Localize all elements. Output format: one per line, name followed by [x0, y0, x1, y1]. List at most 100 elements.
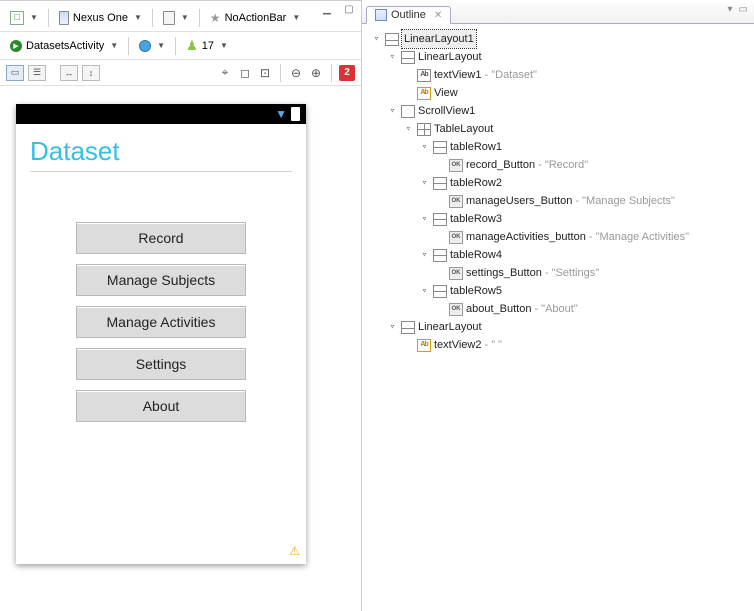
zoom-out-icon[interactable]: ⊖	[288, 65, 304, 81]
app-screen: Dataset Record Manage Subjects Manage Ac…	[16, 124, 306, 564]
view-mode-outline[interactable]: ☰	[28, 65, 46, 81]
tree-node[interactable]: · OK record_Button - "Record"	[366, 156, 750, 174]
tree-node[interactable]: · Ab textView2 - " "	[366, 336, 750, 354]
textview-icon: Ab	[417, 69, 431, 82]
node-label: tableRow3	[450, 210, 502, 228]
design-canvas[interactable]: ▼ Dataset Record Manage Subjects Manage …	[0, 86, 361, 582]
tree-node[interactable]: ▿ LinearLayout	[366, 48, 750, 66]
node-extra: - " "	[485, 336, 503, 354]
manage-activities-button[interactable]: Manage Activities	[76, 306, 246, 338]
star-icon: ★	[210, 11, 221, 25]
tablerow-icon	[433, 249, 447, 262]
menu-icon[interactable]: ▭	[739, 4, 748, 15]
node-label: textView2	[434, 336, 482, 354]
tablerow-icon	[433, 285, 447, 298]
tree-node[interactable]: · Ab textView1 - "Dataset"	[366, 66, 750, 84]
error-badge[interactable]: 2	[339, 65, 355, 81]
node-label: tableRow2	[450, 174, 502, 192]
locale-dropdown[interactable]: ▼	[135, 38, 169, 54]
tab-label: Outline	[391, 9, 426, 21]
node-extra: - "Settings"	[545, 264, 599, 282]
separator	[331, 64, 332, 82]
tree-node[interactable]: ▿ tableRow4	[366, 246, 750, 264]
tree-node[interactable]: · OK about_Button - "About"	[366, 300, 750, 318]
view-mode-v[interactable]: ↕	[82, 65, 100, 81]
theme-dropdown[interactable]: ★ NoActionBar ▼	[206, 9, 304, 27]
separator	[199, 9, 200, 27]
zoom-100-icon[interactable]: ⊡	[257, 65, 273, 81]
button-column: Record Manage Subjects Manage Activities…	[30, 222, 292, 422]
view-mode-normal[interactable]: ▭	[6, 65, 24, 81]
chevron-down-icon: ▼	[220, 41, 228, 50]
pane-window-controls: ▁ ▢	[319, 2, 357, 16]
orientation-dropdown[interactable]: ▼	[159, 9, 193, 27]
run-icon: ▶	[10, 40, 22, 52]
node-label: manageUsers_Button	[466, 192, 572, 210]
about-button[interactable]: About	[76, 390, 246, 422]
outline-icon	[375, 9, 387, 21]
tree-node[interactable]: ▿ tableRow5	[366, 282, 750, 300]
tablerow-icon	[433, 213, 447, 226]
tree-node[interactable]: ▿ tableRow2	[366, 174, 750, 192]
node-label: LinearLayout	[418, 48, 482, 66]
tree-node[interactable]: ▿ tableRow1	[366, 138, 750, 156]
separator	[175, 37, 176, 55]
wifi-icon: ▼	[275, 107, 287, 121]
manage-subjects-button[interactable]: Manage Subjects	[76, 264, 246, 296]
chevron-down-icon: ▼	[30, 13, 38, 22]
api-label: 17	[202, 40, 214, 52]
tree-node[interactable]: · OK manageActivities_button - "Manage A…	[366, 228, 750, 246]
api-dropdown[interactable]: ♟ 17 ▼	[182, 37, 232, 54]
view-mode-h[interactable]: ↔	[60, 65, 78, 81]
chevron-down-icon: ▼	[110, 41, 118, 50]
node-label: View	[434, 84, 458, 102]
zoom-fit-icon[interactable]: ◻	[237, 65, 253, 81]
editor-toolbar-1: □ ▼ Nexus One ▼ ▼ ★ NoActionBar ▼	[0, 4, 361, 32]
record-button[interactable]: Record	[76, 222, 246, 254]
activity-dropdown[interactable]: ▶ DatasetsActivity ▼	[6, 38, 122, 54]
orientation-icon	[163, 11, 175, 25]
tree-node[interactable]: · OK manageUsers_Button - "Manage Subjec…	[366, 192, 750, 210]
node-label: settings_Button	[466, 264, 542, 282]
theme-label: NoActionBar	[225, 12, 287, 24]
tree-node[interactable]: ▿ tableRow3	[366, 210, 750, 228]
tree-node[interactable]: · OK settings_Button - "Settings"	[366, 264, 750, 282]
button-icon: OK	[449, 231, 463, 244]
chevron-down-icon: ▼	[292, 13, 300, 22]
separator	[152, 9, 153, 27]
zoom-in-icon[interactable]: ⊕	[308, 65, 324, 81]
settings-button[interactable]: Settings	[76, 348, 246, 380]
activity-label: DatasetsActivity	[26, 40, 104, 52]
node-label: about_Button	[466, 300, 531, 318]
android-icon: ♟	[186, 39, 198, 52]
tree-node[interactable]: ▿ ScrollView1	[366, 102, 750, 120]
close-icon[interactable]: ✕	[434, 10, 442, 21]
tree-node[interactable]: ▿ TableLayout	[366, 120, 750, 138]
tree-node[interactable]: ▿ LinearLayout	[366, 318, 750, 336]
device-dropdown[interactable]: Nexus One ▼	[55, 9, 146, 27]
node-label: LinearLayout	[418, 318, 482, 336]
tab-outline[interactable]: Outline ✕	[366, 6, 451, 24]
minimize-button[interactable]: ▁	[319, 2, 335, 16]
node-extra: - "Record"	[538, 156, 588, 174]
minimize-icon[interactable]: ▾	[728, 4, 733, 15]
warning-icon: ⚠	[289, 544, 300, 558]
tree-node[interactable]: · Ab View	[366, 84, 750, 102]
button-icon: OK	[449, 303, 463, 316]
tablerow-icon	[433, 141, 447, 154]
zoom-reset-icon[interactable]: ⌖	[217, 65, 233, 81]
button-icon: OK	[449, 267, 463, 280]
outline-pane: Outline ✕ ▾ ▭ ▿ LinearLayout1 ▿ LinearLa…	[362, 0, 754, 611]
config-icon: □	[10, 11, 24, 25]
outline-tree[interactable]: ▿ LinearLayout1 ▿ LinearLayout · Ab text…	[362, 24, 754, 360]
node-extra: - "Manage Subjects"	[575, 192, 675, 210]
maximize-button[interactable]: ▢	[341, 2, 357, 16]
tree-node-root[interactable]: ▿ LinearLayout1	[366, 30, 750, 48]
scrollview-icon	[401, 105, 415, 118]
chevron-down-icon: ▼	[181, 13, 189, 22]
node-label: tableRow4	[450, 246, 502, 264]
node-extra: - "About"	[534, 300, 577, 318]
phone-icon	[59, 11, 69, 25]
separator	[280, 64, 281, 82]
config-dropdown[interactable]: □ ▼	[6, 9, 42, 27]
